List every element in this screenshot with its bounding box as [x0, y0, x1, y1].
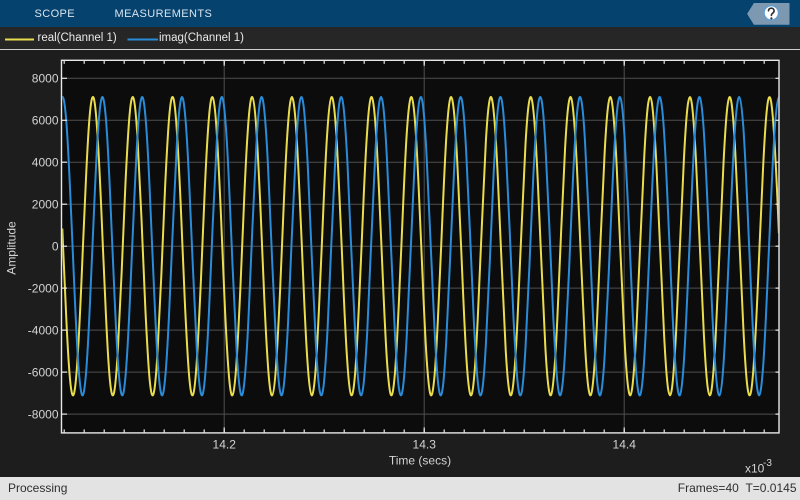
svg-text:Amplitude: Amplitude: [5, 221, 19, 275]
svg-text:-6000: -6000: [28, 365, 59, 379]
svg-text:6000: 6000: [32, 114, 59, 128]
svg-text:14.4: 14.4: [613, 438, 637, 452]
svg-text:0: 0: [52, 239, 59, 253]
svg-text:-4000: -4000: [28, 323, 59, 337]
svg-text:2000: 2000: [32, 197, 59, 211]
svg-text:14.3: 14.3: [413, 438, 437, 452]
svg-text:14.2: 14.2: [213, 438, 237, 452]
svg-text:-2000: -2000: [28, 281, 59, 295]
svg-text:4000: 4000: [32, 155, 59, 169]
svg-text:8000: 8000: [32, 72, 59, 86]
svg-text:x10: x10: [745, 462, 765, 476]
svg-text:-8000: -8000: [28, 407, 59, 421]
svg-text:-3: -3: [763, 458, 772, 469]
svg-text:Time (secs): Time (secs): [389, 454, 451, 468]
